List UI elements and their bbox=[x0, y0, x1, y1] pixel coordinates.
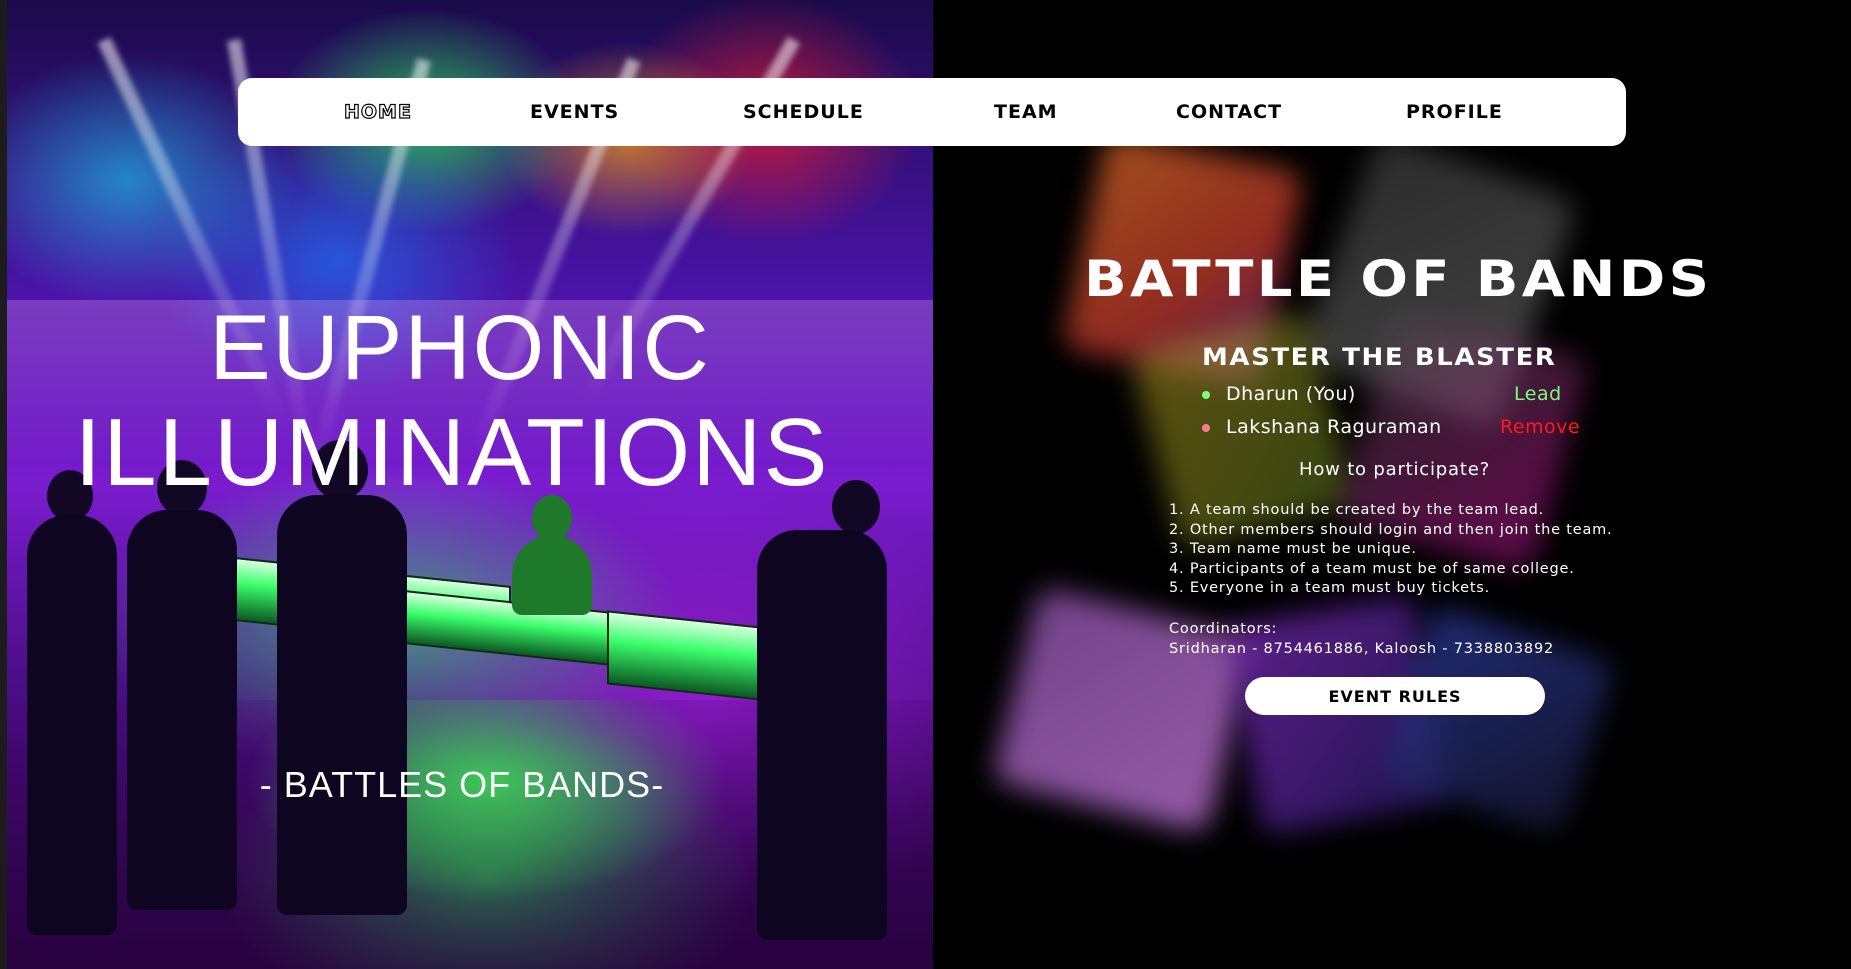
rule-item: 4. Participants of a team must be of sam… bbox=[1169, 560, 1575, 577]
nav-events[interactable]: EVENTS bbox=[530, 101, 619, 123]
member-status-dot bbox=[1202, 391, 1210, 399]
how-to-participate-heading: How to participate? bbox=[1299, 459, 1490, 480]
musician-silhouette bbox=[512, 535, 592, 615]
coordinators-block: Coordinators: Sridharan - 8754461886, Ka… bbox=[1169, 620, 1554, 659]
participation-rules-list: 1. A team should be created by the team … bbox=[1169, 501, 1612, 599]
poster-title-line1: EUPHONIC bbox=[209, 297, 711, 399]
rule-item: 1. A team should be created by the team … bbox=[1169, 502, 1545, 518]
rule-item: 2. Other members should login and then j… bbox=[1169, 521, 1613, 538]
nav-schedule[interactable]: SCHEDULE bbox=[743, 101, 864, 123]
member-role-lead: Lead bbox=[1514, 383, 1562, 405]
nav-profile[interactable]: PROFILE bbox=[1406, 101, 1503, 123]
poster-title-line2: ILLUMINATIONS bbox=[74, 399, 830, 506]
member-name: Dharun (You) bbox=[1226, 383, 1356, 405]
team-member-row: Lakshana Raguraman Remove bbox=[1202, 416, 1582, 440]
nav-contact[interactable]: CONTACT bbox=[1176, 101, 1282, 123]
nav-team[interactable]: TEAM bbox=[994, 101, 1058, 123]
musician-silhouette bbox=[127, 510, 237, 910]
team-member-row: Dharun (You) Lead bbox=[1202, 383, 1582, 407]
event-title: BATTLE OF BANDS bbox=[1084, 250, 1713, 308]
member-status-dot bbox=[1202, 424, 1210, 432]
musician-silhouette bbox=[757, 530, 887, 940]
team-name: MASTER THE BLASTER bbox=[1202, 343, 1557, 371]
event-rules-button[interactable]: EVENT RULES bbox=[1245, 677, 1545, 715]
page: EUPHONIC ILLUMINATIONS - BATTLES OF BAND… bbox=[0, 0, 1851, 969]
musician-silhouette bbox=[27, 515, 117, 935]
nav-home[interactable]: HOME bbox=[343, 100, 412, 123]
coordinators-label: Coordinators: bbox=[1169, 621, 1278, 637]
poster-subtitle: - BATTLES OF BANDS- bbox=[259, 764, 665, 805]
remove-member-button[interactable]: Remove bbox=[1500, 416, 1580, 438]
member-name: Lakshana Raguraman bbox=[1226, 416, 1442, 438]
rule-item: 5. Everyone in a team must buy tickets. bbox=[1169, 580, 1491, 597]
top-navbar: HOME EVENTS SCHEDULE TEAM CONTACT PROFIL… bbox=[238, 78, 1626, 146]
coordinators-value: Sridharan - 8754461886, Kaloosh - 733880… bbox=[1169, 640, 1554, 657]
left-edge-strip bbox=[0, 0, 7, 969]
musician-silhouette bbox=[277, 495, 407, 915]
rule-item: 3. Team name must be unique. bbox=[1169, 541, 1417, 558]
